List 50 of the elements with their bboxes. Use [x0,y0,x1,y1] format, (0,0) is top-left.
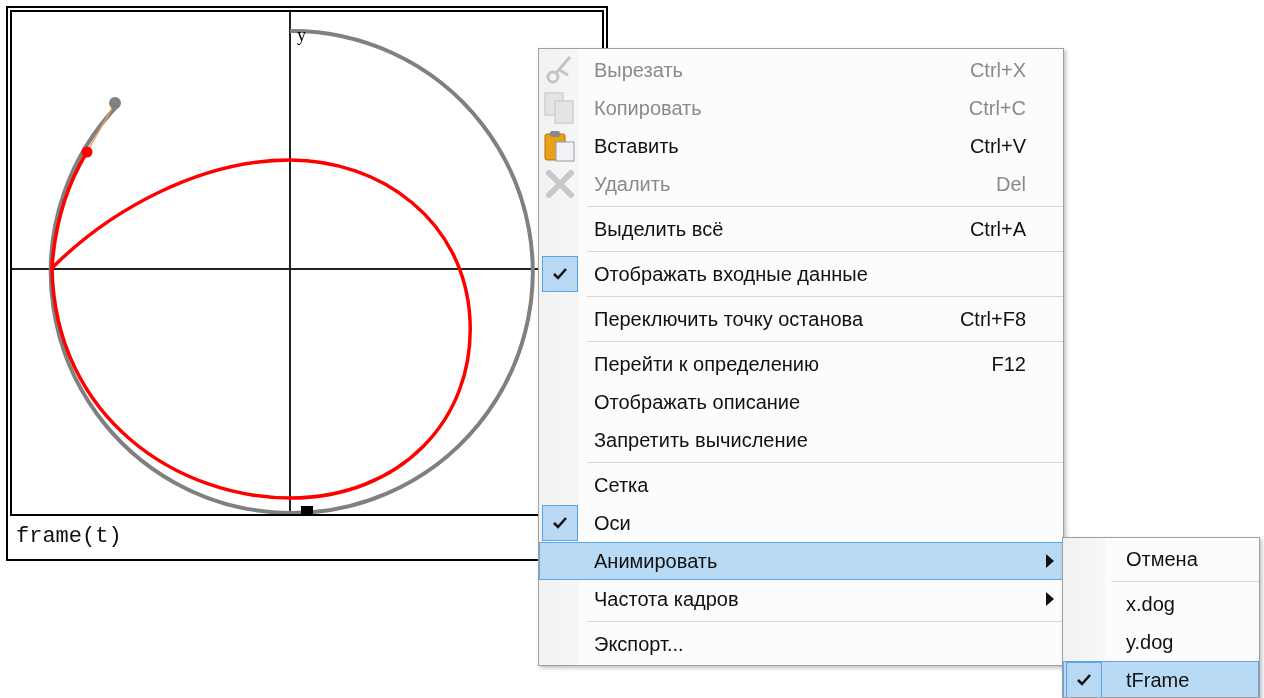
menu-item-label: Удалить [594,172,671,197]
plot-caption: frame(t) [16,523,122,551]
submenu-item[interactable]: tFrame [1063,661,1259,697]
menu-item-label: Отображать входные данные [594,262,868,287]
menu-item-label: Анимировать [594,549,718,574]
menu-item-label: Перейти к определению [594,352,819,377]
submenu-item-label: tFrame [1126,668,1190,693]
menu-item-label: Частота кадров [594,587,739,612]
target-point [109,97,121,109]
copy-icon [544,92,576,124]
submenu-item-label: Отмена [1126,547,1198,572]
shortcut-label: Del [996,172,1026,197]
menu-item-label: Выделить всё [594,217,724,242]
menu-item-label: Отображать описание [594,390,801,415]
submenu-item-label: y.dog [1126,630,1174,655]
menu-item-label: Запретить вычисление [594,428,808,453]
delete-icon [545,169,575,199]
menu-item-label: Сетка [594,473,649,498]
menu-item[interactable]: Сетка [539,466,1063,504]
submenu-item[interactable]: x.dog [1063,585,1259,623]
menu-item-label: Переключить точку останова [594,307,864,332]
scissors-icon [546,55,574,85]
menu-item[interactable]: Частота кадров [539,580,1063,618]
shortcut-label: Ctrl+F8 [959,307,1026,332]
shortcut-label: F12 [991,352,1026,377]
menu-item-label: Вырезать [594,58,683,83]
submenu-item[interactable]: y.dog [1063,623,1259,661]
submenu-item[interactable]: Отмена [1063,540,1259,578]
menu-item-label: Экспорт... [594,632,684,657]
shortcut-label: Ctrl+A [969,217,1026,242]
axis-label: y [297,25,306,45]
menu-item[interactable]: Запретить вычисление [539,421,1063,459]
clipboard-icon [544,130,576,162]
menu-item[interactable]: Экспорт... [539,625,1063,663]
shortcut-label: Ctrl+C [968,96,1026,121]
menu-item[interactable]: Отображать описание [539,383,1063,421]
menu-item[interactable]: Перейти к определению F12 [539,345,1063,383]
menu-item[interactable]: Анимировать [539,542,1063,580]
shortcut-label: Ctrl+V [969,134,1026,159]
chaser-point [81,146,93,158]
menu-item[interactable]: Выделить всё Ctrl+A [539,210,1063,248]
menu-item-label: Оси [594,511,631,536]
menu-item[interactable]: Переключить точку останова Ctrl+F8 [539,300,1063,338]
submenu-item-label: x.dog [1126,592,1175,617]
menu-item-label: Вставить [594,134,679,159]
menu-item[interactable]: Оси [539,504,1063,542]
menu-item[interactable]: Отображать входные данные [539,255,1063,293]
shortcut-label: Ctrl+X [969,58,1026,83]
menu-item-label: Копировать [594,96,702,121]
menu-item[interactable]: Вставить Ctrl+V [539,127,1063,165]
